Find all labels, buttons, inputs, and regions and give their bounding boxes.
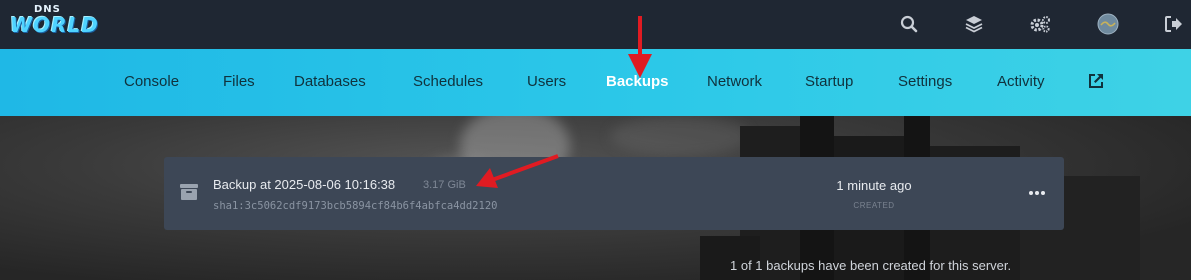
annotation-arrow-down: [628, 16, 652, 78]
annotation-arrow-left: [476, 154, 559, 188]
brand-logo[interactable]: DNS WORLD: [10, 4, 99, 40]
backup-row[interactable]: Backup at 2025-08-06 10:16:38 3.17 GiB s…: [164, 157, 1064, 230]
search-icon[interactable]: [897, 12, 921, 36]
backup-count-note: 1 of 1 backups have been created for thi…: [730, 258, 1012, 273]
backup-checksum: sha1:3c5062cdf9173bcb5894cf84b6f4abfca4d…: [213, 200, 498, 212]
tab-databases[interactable]: Databases: [294, 73, 366, 90]
tab-schedules[interactable]: Schedules: [413, 73, 483, 90]
external-link-icon[interactable]: [1088, 73, 1104, 89]
backup-created-time: 1 minute ago: [836, 178, 912, 193]
avatar[interactable]: [1096, 12, 1120, 36]
tab-settings[interactable]: Settings: [898, 73, 952, 90]
tab-files[interactable]: Files: [223, 73, 255, 90]
backup-size: 3.17 GiB: [423, 179, 466, 191]
layers-icon[interactable]: [962, 12, 986, 36]
tab-users[interactable]: Users: [527, 73, 566, 90]
server-nav-bar: Console Files Databases Schedules Users …: [0, 49, 1191, 116]
tab-startup[interactable]: Startup: [805, 73, 853, 90]
backup-name: Backup at 2025-08-06 10:16:38: [213, 177, 396, 192]
backup-created-label: CREATED: [853, 201, 895, 210]
cogs-icon[interactable]: [1028, 12, 1052, 36]
more-options-icon[interactable]: [1026, 184, 1048, 202]
logo-text-bottom: WORLD: [10, 13, 99, 37]
archive-icon: [180, 184, 198, 200]
sign-out-icon[interactable]: [1162, 12, 1186, 36]
tab-activity[interactable]: Activity: [997, 73, 1045, 90]
top-bar: DNS WORLD: [0, 0, 1191, 49]
tab-network[interactable]: Network: [707, 73, 762, 90]
tab-console[interactable]: Console: [124, 73, 179, 90]
